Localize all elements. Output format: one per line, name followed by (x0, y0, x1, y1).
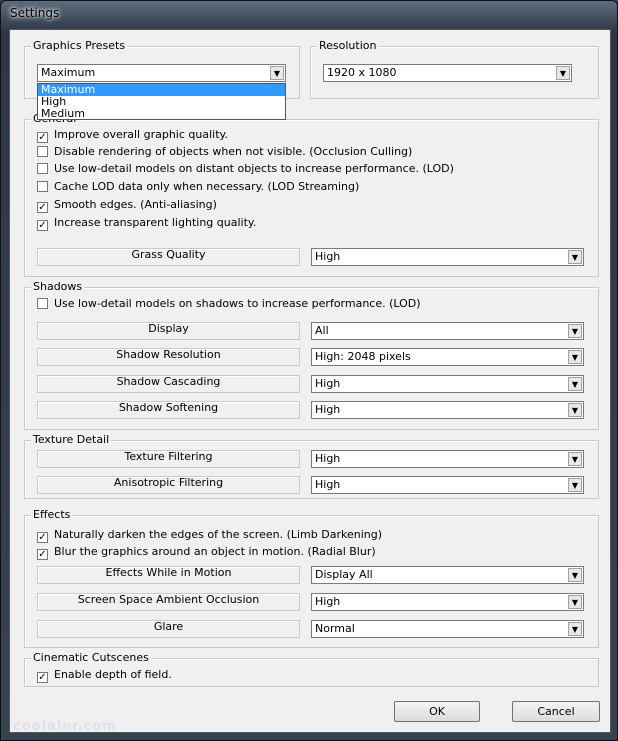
chevron-down-icon[interactable]: ▼ (568, 478, 582, 492)
chevron-down-icon[interactable]: ▼ (568, 595, 582, 609)
chevron-down-icon[interactable]: ▼ (270, 66, 284, 80)
checkbox-box[interactable]: ✓ (37, 132, 48, 143)
general-checkbox-1[interactable]: Disable rendering of objects when not vi… (37, 145, 412, 159)
chevron-down-icon[interactable]: ▼ (568, 403, 582, 417)
cinematic-legend: Cinematic Cutscenes (31, 651, 151, 664)
shadows-row-combo-3[interactable]: High ▼ (311, 401, 584, 419)
checkbox-label: Enable depth of field. (54, 668, 172, 681)
general-checkbox-4[interactable]: ✓ Smooth edges. (Anti-aliasing) (37, 198, 217, 213)
checkbox-label: Cache LOD data only when necessary. (LOD… (54, 180, 360, 193)
combo-value: High (315, 478, 341, 491)
combo-value: Maximum (41, 66, 96, 79)
effects-row-label-1: Screen Space Ambient Occlusion (37, 593, 300, 611)
checkbox-box[interactable]: ✓ (37, 672, 48, 683)
general-row-label-0: Grass Quality (37, 248, 300, 266)
resolution-legend: Resolution (317, 39, 379, 52)
checkbox-box[interactable]: ✓ (37, 532, 48, 543)
effects-row-label-0: Effects While in Motion (37, 566, 300, 584)
combo-value: Display All (315, 568, 373, 581)
shadows-row-label-1: Shadow Resolution (37, 348, 300, 366)
graphics-presets-dropdown-list[interactable]: Maximum High Medium (37, 83, 286, 120)
checkbox-label: Use low-detail models on distant objects… (54, 162, 454, 175)
texture-row-combo-1[interactable]: High ▼ (311, 476, 584, 494)
general-checkbox-3[interactable]: Cache LOD data only when necessary. (LOD… (37, 180, 359, 194)
graphics-presets-combo[interactable]: Maximum ▼ (37, 64, 286, 82)
checkbox-label: Naturally darken the edges of the screen… (54, 528, 383, 541)
general-row-combo-0[interactable]: High ▼ (311, 248, 584, 266)
watermark: coolaler.com (13, 719, 117, 734)
cinematic-checkbox-0[interactable]: ✓ Enable depth of field. (37, 668, 172, 683)
chevron-down-icon[interactable]: ▼ (568, 568, 582, 582)
combo-value: High (315, 250, 341, 263)
combo-value: High (315, 452, 341, 465)
checkbox-box[interactable] (37, 163, 48, 174)
shadows-row-combo-0[interactable]: All ▼ (311, 322, 584, 340)
checkbox-label: Increase transparent lighting quality. (54, 216, 257, 229)
combo-value: All (315, 324, 329, 337)
window-title: Settings (10, 6, 60, 20)
combo-value: Normal (315, 622, 355, 635)
shadows-checkbox-0[interactable]: Use low-detail models on shadows to incr… (37, 297, 421, 311)
effects-checkbox-1[interactable]: ✓ Blur the graphics around an object in m… (37, 545, 376, 560)
effects-row-label-2: Glare (37, 620, 300, 638)
dropdown-option-medium[interactable]: Medium (38, 108, 285, 120)
shadows-legend: Shadows (31, 280, 85, 293)
checkbox-box[interactable] (37, 181, 48, 192)
checkbox-box[interactable] (37, 298, 48, 309)
texture-row-label-0: Texture Filtering (37, 450, 300, 468)
combo-value: High: 2048 pixels (315, 350, 411, 363)
checkbox-label: Improve overall graphic quality. (54, 128, 228, 141)
chevron-down-icon[interactable]: ▼ (568, 250, 582, 264)
shadows-row-combo-1[interactable]: High: 2048 pixels ▼ (311, 348, 584, 366)
general-checkbox-5[interactable]: ✓ Increase transparent lighting quality. (37, 216, 257, 231)
general-checkbox-2[interactable]: Use low-detail models on distant objects… (37, 162, 454, 176)
chevron-down-icon[interactable]: ▼ (568, 622, 582, 636)
resolution-combo[interactable]: 1920 x 1080 ▼ (323, 64, 572, 82)
checkbox-label: Blur the graphics around an object in mo… (54, 545, 376, 558)
settings-window: Settings Graphics Presets Maximum ▼ Resol… (0, 0, 618, 741)
texture-legend: Texture Detail (31, 433, 112, 446)
checkbox-box[interactable]: ✓ (37, 202, 48, 213)
combo-value: High (315, 595, 341, 608)
combo-value: High (315, 403, 341, 416)
effects-legend: Effects (31, 508, 73, 521)
dropdown-option-maximum[interactable]: Maximum (38, 84, 285, 96)
general-checkbox-0[interactable]: ✓ Improve overall graphic quality. (37, 128, 228, 143)
effects-row-combo-0[interactable]: Display All ▼ (311, 566, 584, 584)
chevron-down-icon[interactable]: ▼ (568, 452, 582, 466)
effects-checkbox-0[interactable]: ✓ Naturally darken the edges of the scree… (37, 528, 383, 543)
shadows-row-label-3: Shadow Softening (37, 401, 300, 419)
chevron-down-icon[interactable]: ▼ (568, 350, 582, 364)
checkbox-box[interactable]: ✓ (37, 549, 48, 560)
checkbox-label: Use low-detail models on shadows to incr… (54, 297, 421, 310)
effects-row-combo-2[interactable]: Normal ▼ (311, 620, 584, 638)
settings-dialog-body: Graphics Presets Maximum ▼ Resolution 192… (9, 29, 611, 733)
shadows-row-label-0: Display (37, 322, 300, 340)
checkbox-label: Disable rendering of objects when not vi… (54, 145, 413, 158)
texture-row-combo-0[interactable]: High ▼ (311, 450, 584, 468)
checkbox-box[interactable] (37, 146, 48, 157)
combo-value: High (315, 377, 341, 390)
ok-button[interactable]: OK (394, 701, 480, 722)
effects-row-combo-1[interactable]: High ▼ (311, 593, 584, 611)
chevron-down-icon[interactable]: ▼ (568, 377, 582, 391)
chevron-down-icon[interactable]: ▼ (568, 324, 582, 338)
texture-row-label-1: Anisotropic Filtering (37, 476, 300, 494)
checkbox-box[interactable]: ✓ (37, 220, 48, 231)
combo-value: 1920 x 1080 (327, 66, 397, 79)
chevron-down-icon[interactable]: ▼ (556, 66, 570, 80)
graphics-presets-legend: Graphics Presets (31, 39, 128, 52)
shadows-row-combo-2[interactable]: High ▼ (311, 375, 584, 393)
cancel-button[interactable]: Cancel (512, 701, 600, 722)
shadows-row-label-2: Shadow Cascading (37, 375, 300, 393)
checkbox-label: Smooth edges. (Anti-aliasing) (54, 198, 217, 211)
